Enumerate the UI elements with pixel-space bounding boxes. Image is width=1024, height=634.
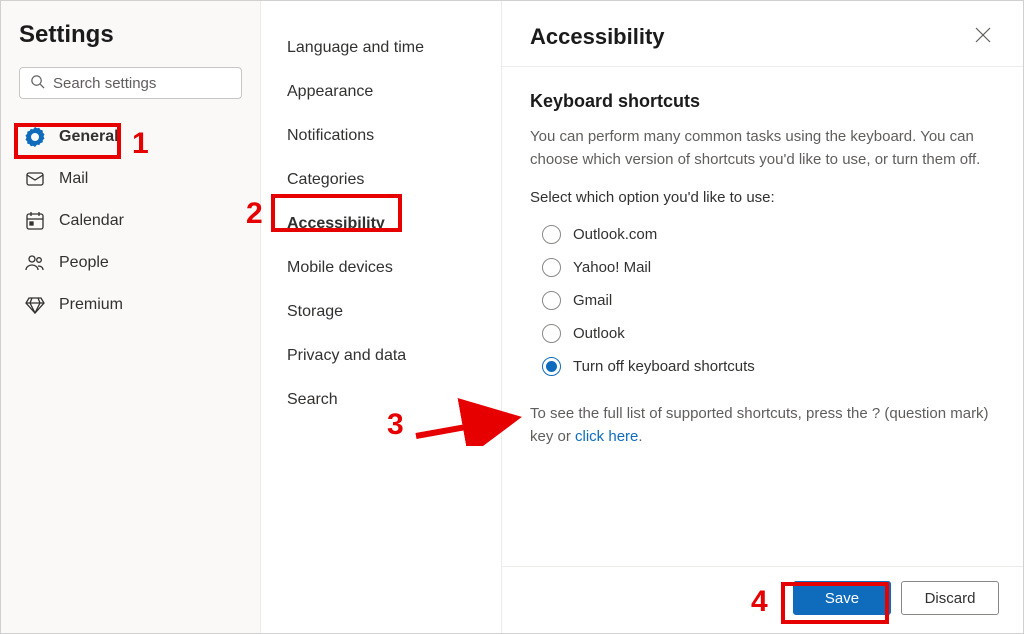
subnav-mobile-devices[interactable]: Mobile devices [261,249,501,287]
nav-item-label: Mail [59,170,88,188]
radio-label: Outlook [573,325,625,342]
click-here-link[interactable]: click here [575,428,638,445]
search-icon [30,74,53,92]
calendar-icon [25,211,47,231]
nav-item-general[interactable]: General [19,119,242,155]
close-button[interactable] [971,23,995,50]
option-prompt: Select which option you'd like to use: [530,189,995,206]
nav-item-calendar[interactable]: Calendar [19,203,242,239]
nav-item-label: People [59,254,109,272]
section-description: You can perform many common tasks using … [530,126,995,171]
radio-label: Outlook.com [573,226,657,243]
radio-icon [542,258,561,277]
subnav-accessibility[interactable]: Accessibility [261,205,501,243]
subnav-notifications[interactable]: Notifications [261,117,501,155]
gear-icon [25,127,47,147]
radio-icon [542,291,561,310]
radio-outlook[interactable]: Outlook [542,317,995,350]
content-pane: Accessibility Keyboard shortcuts You can… [501,1,1023,633]
search-input[interactable] [53,75,231,92]
radio-label: Gmail [573,292,612,309]
close-icon [975,30,991,46]
radio-icon [542,225,561,244]
radio-label: Yahoo! Mail [573,259,651,276]
subnav-search[interactable]: Search [261,381,501,419]
nav-item-label: Calendar [59,212,124,230]
content-header: Accessibility [502,1,1023,67]
nav-item-premium[interactable]: Premium [19,287,242,323]
radio-turn-off[interactable]: Turn off keyboard shortcuts [542,350,995,383]
nav-item-people[interactable]: People [19,245,242,281]
subnav-privacy-data[interactable]: Privacy and data [261,337,501,375]
content-title: Accessibility [530,24,665,50]
discard-button[interactable]: Discard [901,581,999,615]
radio-outlook-com[interactable]: Outlook.com [542,218,995,251]
subnav-categories[interactable]: Categories [261,161,501,199]
nav-item-mail[interactable]: Mail [19,161,242,197]
radio-yahoo-mail[interactable]: Yahoo! Mail [542,251,995,284]
search-box[interactable] [19,67,242,99]
radio-label: Turn off keyboard shortcuts [573,358,755,375]
mail-icon [25,169,47,189]
save-button[interactable]: Save [793,581,891,615]
subnav-storage[interactable]: Storage [261,293,501,331]
diamond-icon [25,295,47,315]
hint-suffix: . [638,428,642,445]
hint-text: To see the full list of supported shortc… [530,403,995,448]
settings-sidebar: Settings General Mail [1,1,261,633]
settings-title: Settings [19,21,242,49]
nav-item-label: General [59,128,119,146]
people-icon [25,253,47,273]
subnav-language-time[interactable]: Language and time [261,29,501,67]
subnav-appearance[interactable]: Appearance [261,73,501,111]
subnav: Language and time Appearance Notificatio… [261,1,501,633]
radio-icon [542,324,561,343]
shortcut-radio-group: Outlook.com Yahoo! Mail Gmail Outlook Tu… [530,218,995,383]
nav-item-label: Premium [59,296,123,314]
section-title: Keyboard shortcuts [530,91,995,112]
radio-icon [542,357,561,376]
radio-gmail[interactable]: Gmail [542,284,995,317]
content-footer: Save Discard [502,566,1023,633]
